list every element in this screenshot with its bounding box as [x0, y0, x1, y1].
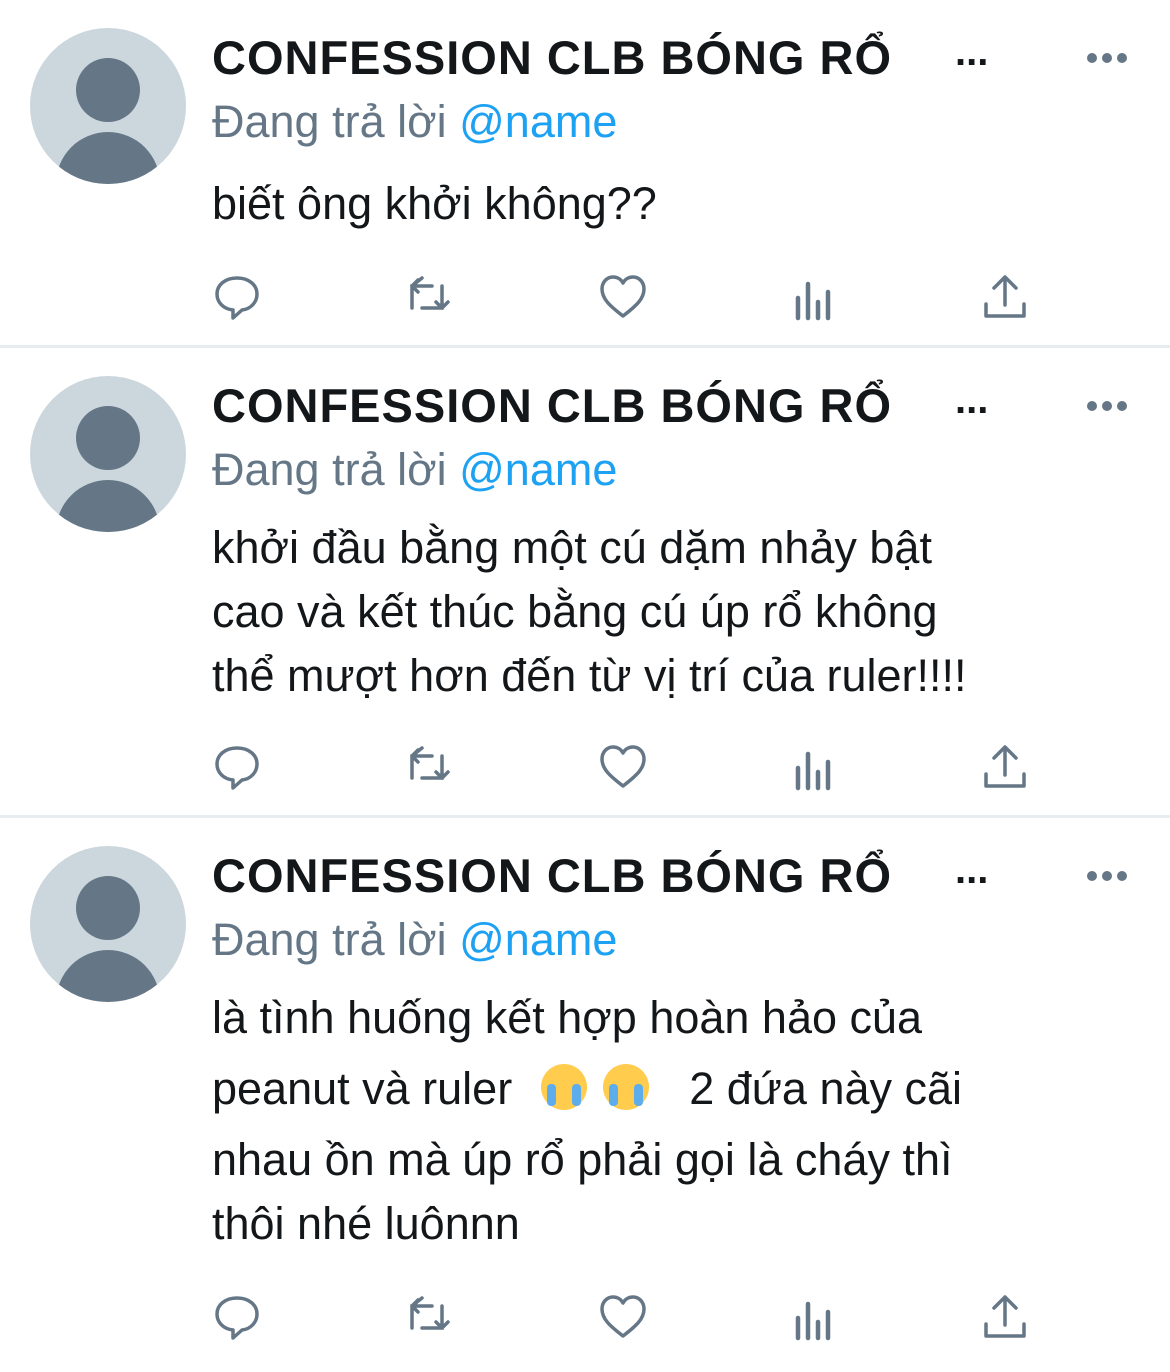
reply-context: Đang trả lời @name — [212, 914, 617, 966]
more-icon[interactable] — [1086, 870, 1128, 882]
analytics-icon[interactable] — [790, 272, 840, 322]
action-bar — [212, 272, 1042, 328]
reply-handle-link[interactable]: @name — [459, 444, 617, 495]
retweet-icon[interactable] — [402, 1292, 452, 1342]
reply-handle-link[interactable]: @name — [459, 914, 617, 965]
more-icon[interactable] — [1086, 400, 1128, 412]
like-icon[interactable] — [598, 1292, 648, 1342]
tweet-text-segment: 2 đứa này cãi — [689, 1063, 963, 1114]
crying-face-emoji — [602, 1064, 649, 1110]
analytics-icon[interactable] — [790, 1292, 840, 1342]
tweet-text-line: khởi đầu bằng một cú dặm nhảy bật — [212, 522, 932, 573]
share-icon[interactable] — [980, 1292, 1030, 1342]
reply-icon[interactable] — [212, 742, 262, 792]
tweet-text-line: thể mượt hơn đến từ vị trí của ruler!!!! — [212, 650, 967, 701]
tweet-text-line: là tình huống kết hợp hoàn hảo của — [212, 992, 923, 1043]
tweet[interactable]: CONFESSION CLB BÓNG RỔ ... Đang trả lời … — [0, 818, 1170, 1372]
like-icon[interactable] — [598, 272, 648, 322]
name-truncation: ... — [955, 848, 989, 892]
reply-prefix: Đang trả lời — [212, 444, 447, 495]
share-icon[interactable] — [980, 742, 1030, 792]
tweet-text: biết ông khởi không?? — [212, 172, 1142, 236]
retweet-icon[interactable] — [402, 742, 452, 792]
reply-handle-link[interactable]: @name — [459, 96, 617, 147]
tweet-text: khởi đầu bằng một cú dặm nhảy bật cao và… — [212, 516, 1142, 708]
share-icon[interactable] — [980, 272, 1030, 322]
reply-prefix: Đang trả lời — [212, 96, 447, 147]
author-name[interactable]: CONFESSION CLB BÓNG RỔ — [212, 378, 892, 433]
tweet-text-line: nhau ồn mà úp rổ phải gọi là cháy thì — [212, 1134, 953, 1185]
tweet-text-segment: peanut và ruler — [212, 1063, 513, 1114]
more-icon[interactable] — [1086, 52, 1128, 64]
tweet-text-line: cao và kết thúc bằng cú úp rổ không — [212, 586, 938, 637]
tweet-text-line: thôi nhé luônnn — [212, 1198, 520, 1249]
reply-context: Đang trả lời @name — [212, 444, 617, 496]
tweet[interactable]: CONFESSION CLB BÓNG RỔ ... Đang trả lời … — [0, 348, 1170, 818]
tweet[interactable]: CONFESSION CLB BÓNG RỔ ... Đang trả lời … — [0, 0, 1170, 348]
reply-icon[interactable] — [212, 272, 262, 322]
tweet-text: là tình huống kết hợp hoàn hảo của peanu… — [212, 986, 1142, 1256]
tweet-text-line: biết ông khởi không?? — [212, 178, 657, 229]
like-icon[interactable] — [598, 742, 648, 792]
name-truncation: ... — [955, 30, 989, 74]
name-truncation: ... — [955, 378, 989, 422]
action-bar — [212, 742, 1042, 798]
reply-icon[interactable] — [212, 1292, 262, 1342]
retweet-icon[interactable] — [402, 272, 452, 322]
action-bar — [212, 1292, 1042, 1348]
author-name[interactable]: CONFESSION CLB BÓNG RỔ — [212, 30, 892, 85]
avatar[interactable] — [30, 376, 186, 532]
crying-face-emoji — [540, 1064, 587, 1110]
avatar[interactable] — [30, 846, 186, 1002]
avatar[interactable] — [30, 28, 186, 184]
reply-prefix: Đang trả lời — [212, 914, 447, 965]
reply-context: Đang trả lời @name — [212, 96, 617, 148]
analytics-icon[interactable] — [790, 742, 840, 792]
tweet-text-line-with-emoji: peanut và ruler 2 đứa này cãi — [212, 1050, 1142, 1128]
author-name[interactable]: CONFESSION CLB BÓNG RỔ — [212, 848, 892, 903]
